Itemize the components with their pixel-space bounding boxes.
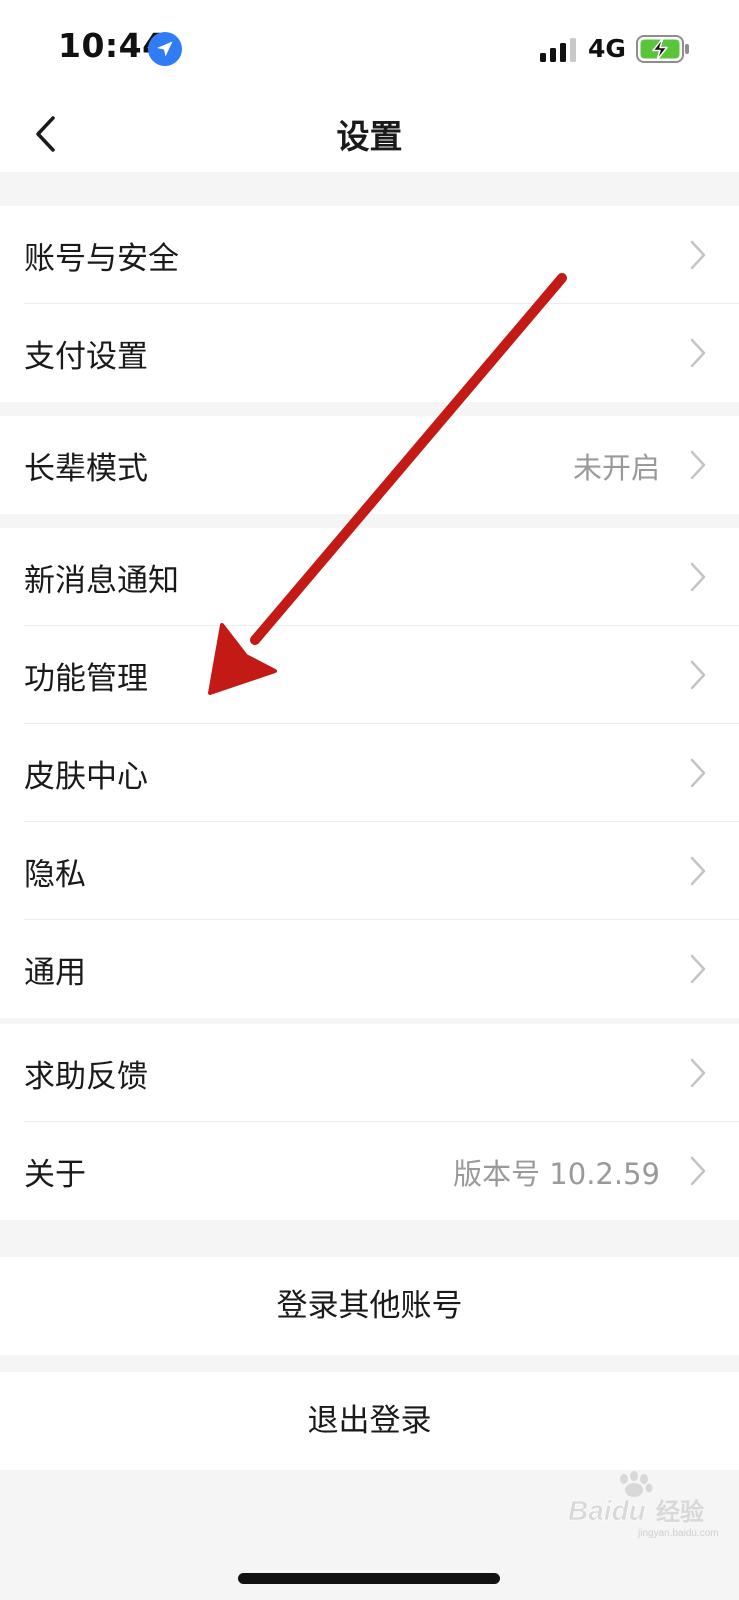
- settings-item-label: 关于: [24, 1157, 86, 1193]
- watermark-url: jingyan.baidu.com: [637, 1528, 718, 1539]
- settings-group-elder-mode: 长辈模式 未开启: [0, 416, 739, 514]
- settings-item-label: 账号与安全: [24, 241, 179, 277]
- watermark-text: 经验: [656, 1498, 704, 1526]
- chevron-right-icon: [690, 856, 706, 886]
- settings-item-account-security[interactable]: 账号与安全: [0, 206, 739, 304]
- settings-group-support: 求助反馈 关于 版本号 10.2.59: [0, 1024, 739, 1220]
- chevron-right-icon: [690, 1156, 706, 1186]
- settings-group-account: 账号与安全 支付设置: [0, 206, 739, 402]
- chevron-right-icon: [690, 954, 706, 984]
- chevron-right-icon: [690, 660, 706, 690]
- settings-item-feature-management[interactable]: 功能管理: [0, 626, 739, 724]
- settings-item-label: 通用: [24, 955, 86, 991]
- settings-item-label: 隐私: [24, 857, 86, 893]
- page-title: 设置: [336, 117, 403, 156]
- settings-group-general: 新消息通知 功能管理 皮肤中心 隐私 通用: [0, 528, 739, 1018]
- chevron-right-icon: [690, 758, 706, 788]
- settings-item-payment[interactable]: 支付设置: [0, 304, 739, 402]
- baidu-jingyan-watermark: Baidu 经验 jingyan.baidu.com: [568, 1471, 718, 1539]
- home-indicator[interactable]: [238, 1573, 500, 1584]
- settings-item-label: 求助反馈: [24, 1059, 148, 1095]
- logout-button[interactable]: 退出登录: [0, 1372, 739, 1470]
- chevron-right-icon: [690, 240, 706, 270]
- location-arrow-icon: [148, 32, 182, 66]
- battery-charging-icon: [636, 35, 689, 63]
- settings-item-label: 新消息通知: [24, 563, 179, 599]
- status-bar: 10:44 4G: [0, 0, 739, 96]
- signal-bars-icon: [540, 38, 576, 62]
- chevron-right-icon: [690, 562, 706, 592]
- settings-item-help-feedback[interactable]: 求助反馈: [0, 1024, 739, 1122]
- settings-item-value: 未开启: [572, 451, 660, 485]
- chevron-right-icon: [690, 450, 706, 480]
- settings-item-elder-mode[interactable]: 长辈模式 未开启: [0, 416, 739, 514]
- settings-item-label: 长辈模式: [24, 451, 148, 487]
- settings-item-skin-center[interactable]: 皮肤中心: [0, 724, 739, 822]
- chevron-right-icon: [690, 1058, 706, 1088]
- settings-item-privacy[interactable]: 隐私: [0, 822, 739, 920]
- settings-item-label: 支付设置: [24, 339, 148, 375]
- switch-account-button[interactable]: 登录其他账号: [0, 1257, 739, 1355]
- settings-item-label: 功能管理: [24, 661, 148, 697]
- network-label: 4G: [588, 34, 626, 63]
- watermark-brand: Baidu: [568, 1495, 646, 1526]
- settings-item-general[interactable]: 通用: [0, 920, 739, 1018]
- chevron-right-icon: [690, 338, 706, 368]
- settings-item-value: 版本号 10.2.59: [453, 1157, 660, 1191]
- settings-item-notifications[interactable]: 新消息通知: [0, 528, 739, 626]
- settings-item-about[interactable]: 关于 版本号 10.2.59: [0, 1122, 739, 1220]
- settings-item-label: 皮肤中心: [24, 759, 148, 795]
- nav-bar: 设置: [0, 96, 739, 172]
